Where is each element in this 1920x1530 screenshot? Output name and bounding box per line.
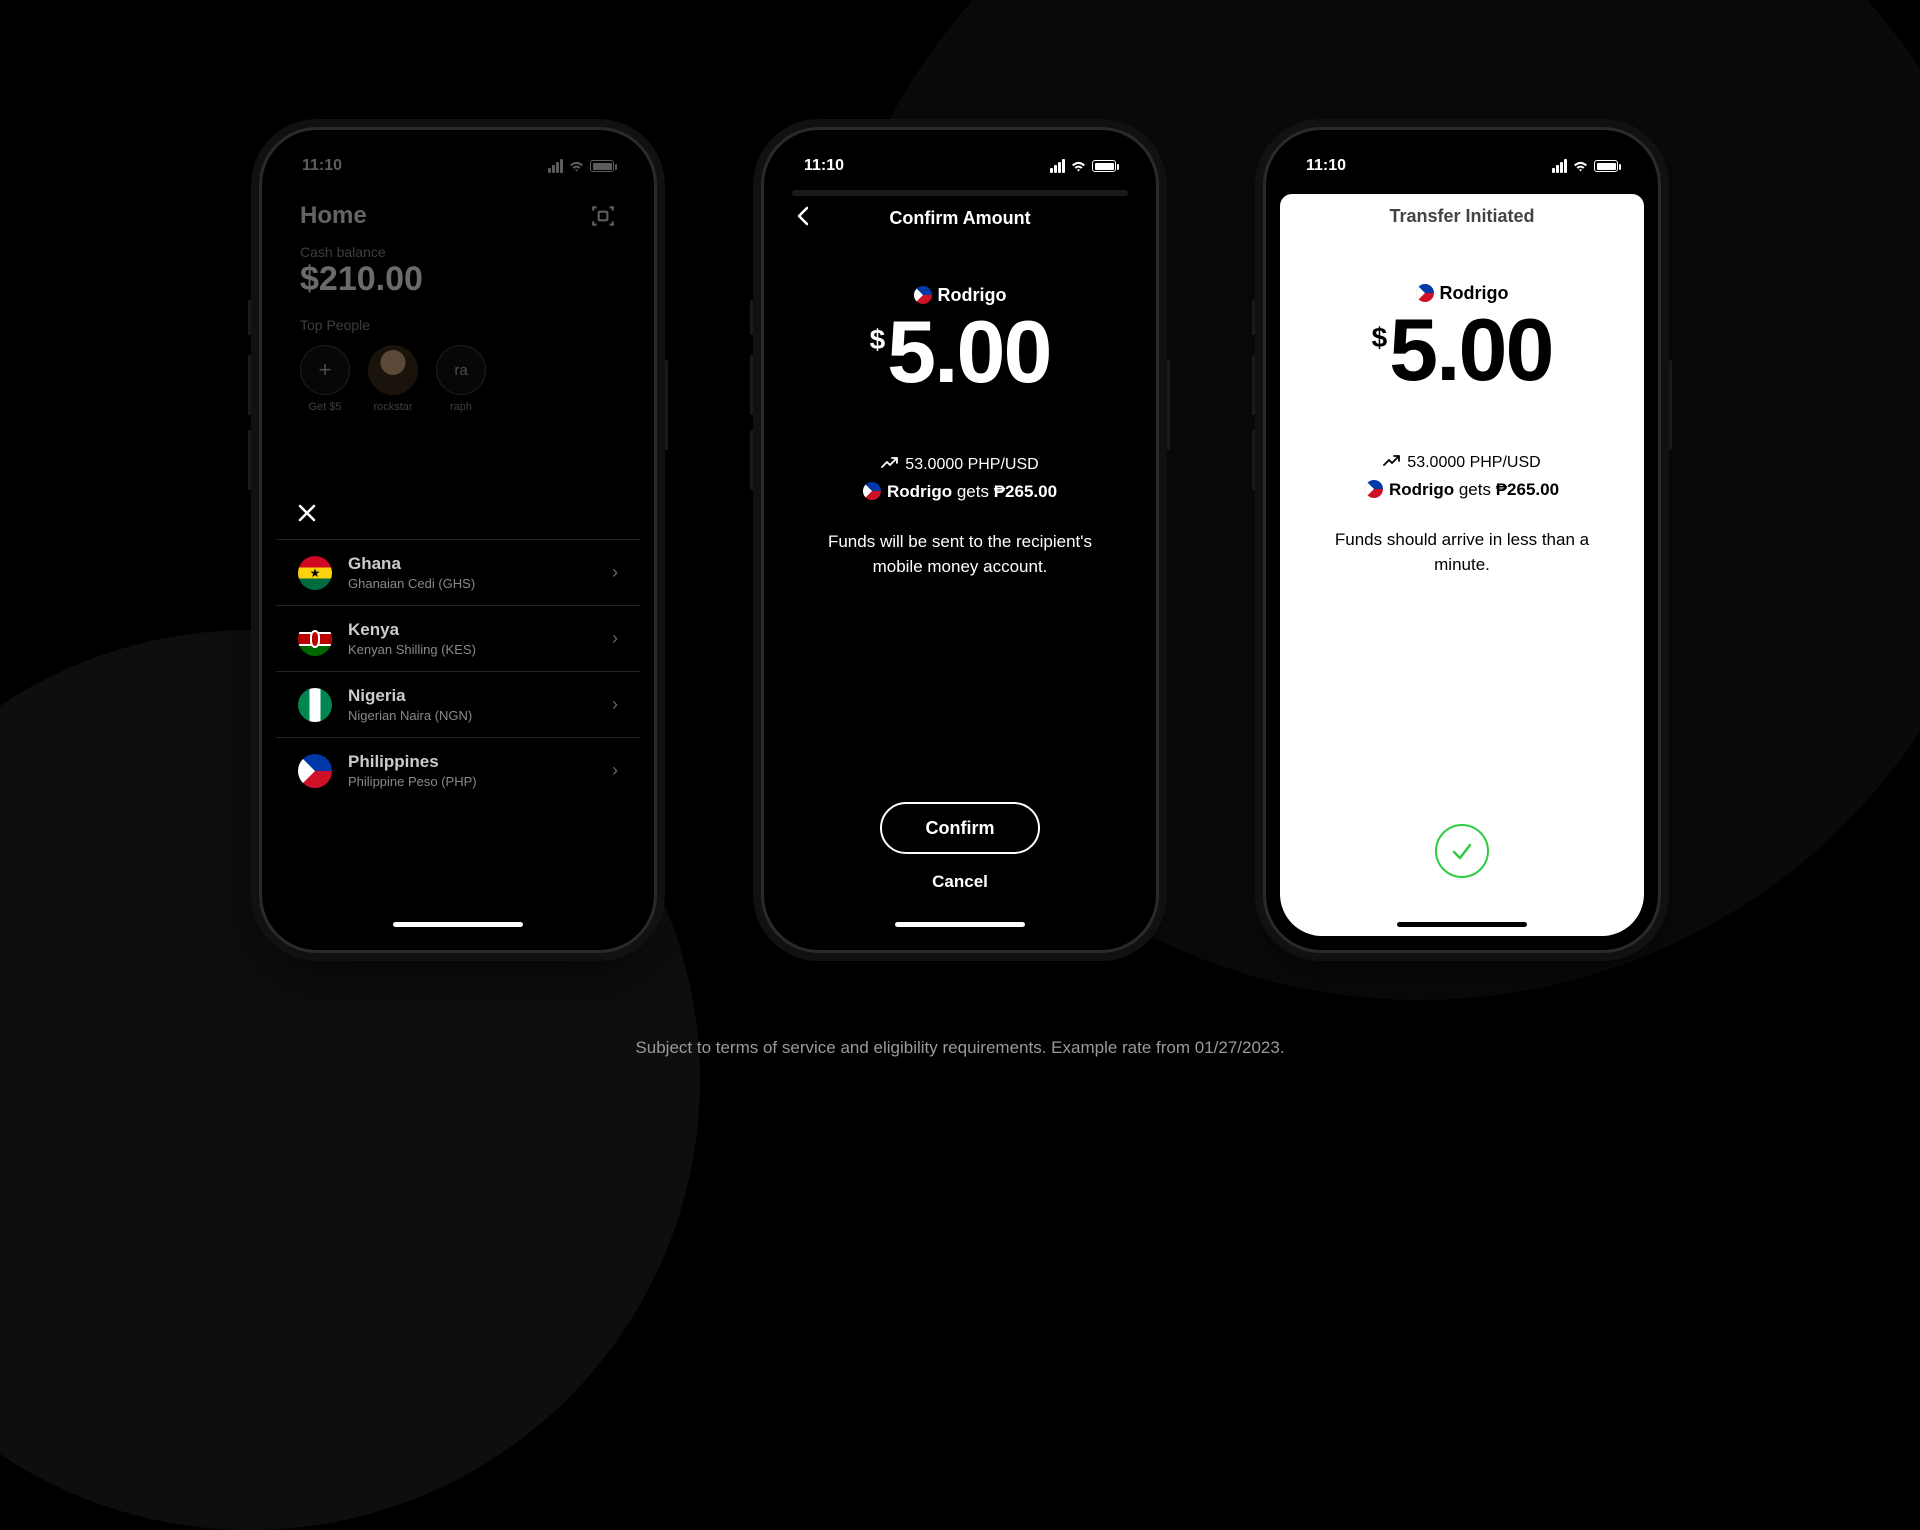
gets-word: gets — [952, 482, 994, 501]
amount-row: $ 5.00 — [1280, 304, 1644, 396]
amount-currency: $ — [1372, 322, 1388, 354]
country-sheet: Ghana Ghanaian Cedi (GHS) › Kenya Kenyan… — [276, 484, 640, 936]
person-rockstar[interactable]: rockstar — [368, 345, 418, 413]
page-title: Home — [300, 202, 367, 230]
country-item-ghana[interactable]: Ghana Ghanaian Cedi (GHS) › — [276, 539, 640, 605]
flag-nigeria-icon — [298, 688, 332, 722]
chevron-right-icon: › — [612, 694, 618, 715]
nav-title: Transfer Initiated — [1389, 206, 1534, 227]
gets-word: gets — [1454, 480, 1496, 499]
wifi-icon — [568, 160, 585, 173]
country-sub: Nigerian Naira (NGN) — [348, 708, 612, 723]
status-time: 11:10 — [804, 157, 844, 175]
country-item-philippines[interactable]: Philippines Philippine Peso (PHP) › — [276, 737, 640, 803]
battery-icon — [590, 160, 614, 172]
status-bar: 11:10 — [276, 144, 640, 188]
phone-home: 11:10 Home Cash balance $210.00 Top Peop… — [262, 130, 654, 950]
home-indicator[interactable] — [895, 922, 1025, 927]
country-item-kenya[interactable]: Kenya Kenyan Shilling (KES) › — [276, 605, 640, 671]
nav-title: Confirm Amount — [889, 208, 1030, 229]
chevron-right-icon: › — [612, 628, 618, 649]
country-name: Ghana — [348, 554, 612, 574]
avatar — [368, 345, 418, 395]
status-time: 11:10 — [302, 157, 342, 175]
signal-icon — [1552, 159, 1567, 173]
gets-row: Rodrigo gets ₱265.00 — [1280, 480, 1644, 500]
amount-currency: $ — [870, 324, 886, 356]
person-label: rockstar — [373, 401, 412, 413]
chevron-right-icon: › — [612, 562, 618, 583]
trend-up-icon — [881, 457, 899, 469]
flag-philippines-icon — [298, 754, 332, 788]
signal-icon — [548, 159, 563, 173]
gets-name: Rodrigo — [887, 482, 952, 501]
confirm-button[interactable]: Confirm — [880, 802, 1040, 854]
cancel-button[interactable]: Cancel — [932, 872, 988, 892]
status-icons — [1552, 159, 1618, 173]
balance-amount: $210.00 — [300, 260, 616, 299]
footer-disclaimer: Subject to terms of service and eligibil… — [0, 1038, 1920, 1058]
amount-value: 5.00 — [1389, 304, 1552, 396]
battery-icon — [1594, 160, 1618, 172]
avatar-initials: ra — [436, 345, 486, 395]
country-sub: Philippine Peso (PHP) — [348, 774, 612, 789]
flag-philippines-icon — [914, 286, 932, 304]
flag-kenya-icon — [298, 622, 332, 656]
plus-icon: + — [300, 345, 350, 395]
qr-scan-icon[interactable] — [590, 203, 616, 229]
info-text: Funds should arrive in less than a minut… — [1280, 528, 1644, 577]
info-text: Funds will be sent to the recipient's mo… — [778, 530, 1142, 579]
flag-philippines-icon — [1416, 284, 1434, 302]
person-label: Get $5 — [308, 401, 341, 413]
status-bar: 11:10 — [778, 144, 1142, 188]
country-name: Nigeria — [348, 686, 612, 706]
status-time: 11:10 — [1306, 157, 1346, 175]
country-sub: Ghanaian Cedi (GHS) — [348, 576, 612, 591]
person-add[interactable]: + Get $5 — [300, 345, 350, 413]
sheet-close-button[interactable] — [276, 492, 640, 539]
trend-up-icon — [1383, 455, 1401, 467]
check-icon — [1449, 838, 1475, 864]
chevron-left-icon — [796, 206, 810, 226]
status-icons — [548, 159, 614, 173]
country-name: Philippines — [348, 752, 612, 772]
rate-value: 53.0000 PHP/USD — [1407, 454, 1540, 471]
flag-ghana-icon — [298, 556, 332, 590]
top-people-label: Top People — [276, 299, 640, 333]
phone-success: 11:10 Transfer Initiated Rodrigo $ 5.00 — [1266, 130, 1658, 950]
people-row: + Get $5 rockstar ra raph — [276, 333, 640, 425]
stage: 11:10 Home Cash balance $210.00 Top Peop… — [0, 0, 1920, 1080]
back-button[interactable] — [796, 206, 810, 232]
rate-row: 53.0000 PHP/USD — [778, 456, 1142, 474]
country-sub: Kenyan Shilling (KES) — [348, 642, 612, 657]
flag-philippines-icon — [863, 482, 881, 500]
gets-amount: ₱265.00 — [994, 482, 1057, 501]
success-badge — [1435, 824, 1489, 878]
flag-philippines-icon — [1365, 480, 1383, 498]
battery-icon — [1092, 160, 1116, 172]
phone-confirm: 11:10 Confirm Amount Rodrigo $ 5.00 — [764, 130, 1156, 950]
balance-label: Cash balance — [300, 244, 616, 260]
wifi-icon — [1572, 160, 1589, 173]
home-indicator[interactable] — [1397, 922, 1527, 927]
wifi-icon — [1070, 160, 1087, 173]
signal-icon — [1050, 159, 1065, 173]
person-raph[interactable]: ra raph — [436, 345, 486, 413]
person-label: raph — [450, 401, 472, 413]
amount-value: 5.00 — [887, 306, 1050, 398]
gets-name: Rodrigo — [1389, 480, 1454, 499]
status-icons — [1050, 159, 1116, 173]
gets-row: Rodrigo gets ₱265.00 — [778, 482, 1142, 502]
rate-value: 53.0000 PHP/USD — [905, 456, 1038, 473]
gets-amount: ₱265.00 — [1496, 480, 1559, 499]
amount-row: $ 5.00 — [778, 306, 1142, 398]
country-name: Kenya — [348, 620, 612, 640]
chevron-right-icon: › — [612, 760, 618, 781]
status-bar: 11:10 — [1280, 144, 1644, 188]
home-indicator[interactable] — [393, 922, 523, 927]
close-icon — [298, 504, 316, 522]
rate-row: 53.0000 PHP/USD — [1280, 454, 1644, 472]
country-item-nigeria[interactable]: Nigeria Nigerian Naira (NGN) › — [276, 671, 640, 737]
